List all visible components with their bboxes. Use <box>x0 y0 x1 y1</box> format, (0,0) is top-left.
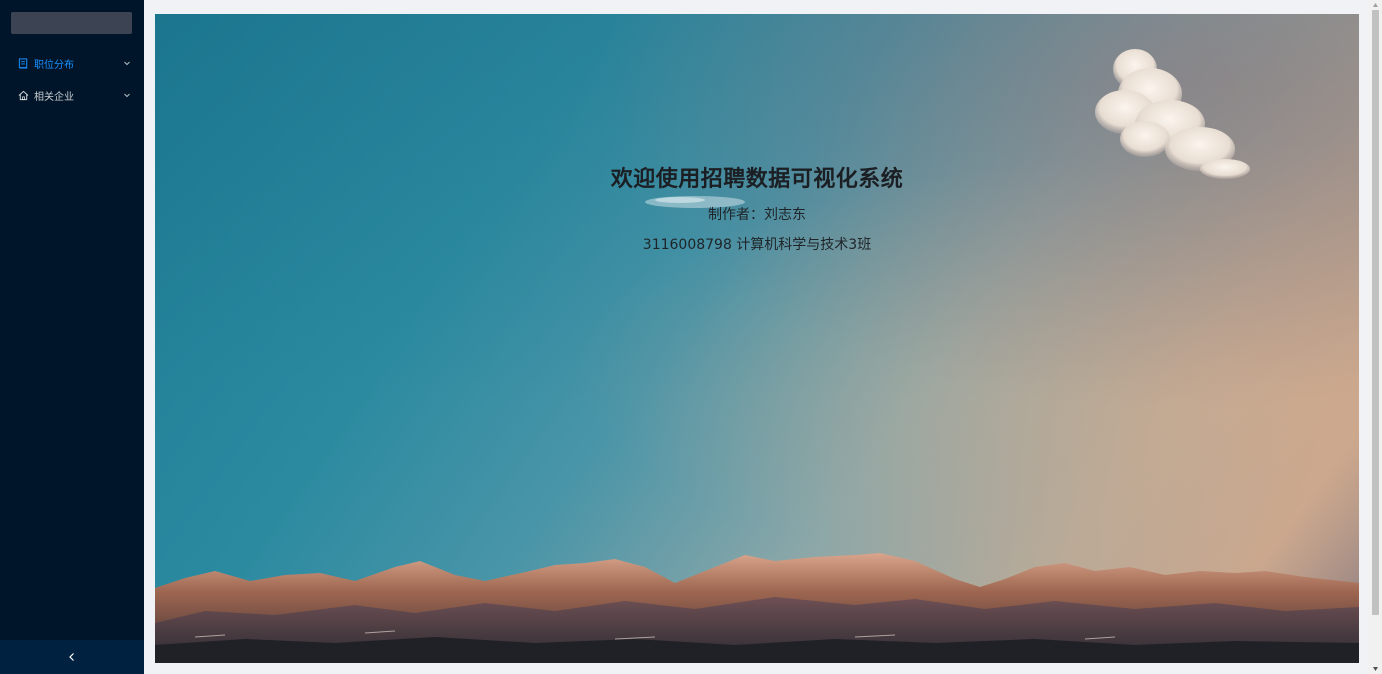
mountain-range-image <box>155 553 1359 663</box>
sidebar-collapse-button[interactable] <box>0 640 144 674</box>
sidebar-item-label: 相关企业 <box>34 91 74 103</box>
briefcase-icon <box>17 57 29 69</box>
scrollbar-thumb[interactable] <box>1372 10 1379 615</box>
sidebar: 职位分布 相关企业 <box>0 0 144 674</box>
chevron-left-icon <box>69 653 74 661</box>
author-text: 制作者：刘志东 <box>708 207 806 223</box>
app-layout: 职位分布 相关企业 欢迎使用招聘数据可视化系统 制作者：刘志东 31160087… <box>0 0 1382 674</box>
chevron-down-icon <box>123 59 131 67</box>
vertical-scrollbar[interactable] <box>1369 0 1382 674</box>
sidebar-item-position-distribution[interactable]: 职位分布 <box>0 48 144 78</box>
sidebar-item-related-companies[interactable]: 相关企业 <box>0 80 144 110</box>
chevron-down-icon <box>123 91 131 99</box>
sidebar-menu: 职位分布 相关企业 <box>0 48 144 112</box>
welcome-banner: 欢迎使用招聘数据可视化系统 制作者：刘志东 3116008798 计算机科学与技… <box>155 14 1359 663</box>
scroll-up-arrow-icon[interactable] <box>1372 2 1379 8</box>
class-info-text: 3116008798 计算机科学与技术3班 <box>642 237 872 253</box>
sidebar-item-label: 职位分布 <box>34 59 74 71</box>
page-title: 欢迎使用招聘数据可视化系统 <box>610 167 904 192</box>
logo-placeholder <box>11 12 132 34</box>
scroll-down-arrow-icon[interactable] <box>1372 666 1379 672</box>
home-icon <box>17 89 29 101</box>
